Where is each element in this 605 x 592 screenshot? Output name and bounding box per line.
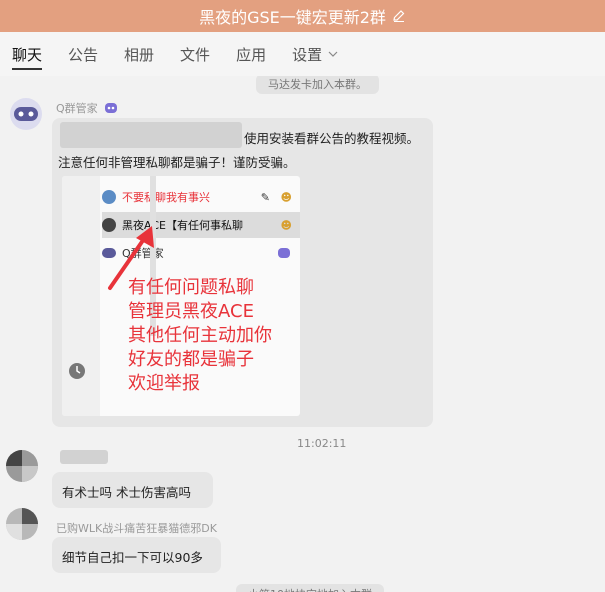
screenshot-row: 不要私聊我有事兴 ✎ ☻	[102, 184, 300, 210]
group-title: 黑夜的GSE一键宏更新2群	[199, 8, 386, 27]
system-notice: 马达发卡加入本群。	[256, 76, 379, 94]
edit-icon[interactable]	[392, 9, 406, 23]
bot-badge-icon	[278, 248, 290, 258]
avatar[interactable]	[6, 450, 38, 482]
robot-icon	[14, 107, 38, 121]
redacted-sender	[60, 450, 108, 464]
tab-chat[interactable]: 聊天	[12, 32, 43, 76]
avatar[interactable]	[6, 508, 38, 540]
tab-album[interactable]: 相册	[124, 32, 154, 76]
chevron-down-icon	[328, 51, 338, 57]
screenshot-sidebar	[62, 176, 100, 416]
avatar[interactable]	[10, 98, 42, 130]
clock-icon	[69, 363, 85, 379]
sender-name: 已购WLK战斗痛苦狂暴猫德邪DK	[56, 522, 217, 535]
tab-settings[interactable]: 设置	[292, 32, 338, 76]
warning-text: 有任何问题私聊 管理员黑夜ACE 其他任何主动加你 好友的都是骗子 欢迎举报	[128, 277, 272, 394]
message-bubble[interactable]: 有术士吗 术士伤害高吗	[52, 472, 213, 508]
globe-icon	[102, 190, 116, 204]
tab-bar: 聊天 公告 相册 文件 应用 设置	[0, 32, 605, 76]
system-notice: 小第10地块空地加入本群	[236, 584, 384, 592]
embedded-screenshot[interactable]: 不要私聊我有事兴 ✎ ☻ 黑夜ACE【有任何事私聊 ☻ Q群管家 有任何问题私聊…	[62, 176, 300, 416]
message-bubble[interactable]: 细节自己扣一下可以90多	[52, 537, 221, 573]
user-icon: ☻	[280, 190, 292, 204]
bot-badge-icon	[104, 102, 118, 114]
tab-announcement[interactable]: 公告	[68, 32, 98, 76]
sender-name: Q群管家	[56, 100, 118, 116]
tab-files[interactable]: 文件	[180, 32, 210, 76]
chat-area[interactable]: 马达发卡加入本群。 Q群管家 使用安装看群公告的教程视频。 注意任何非管理私聊都…	[0, 76, 605, 592]
user-icon: ☻	[280, 218, 292, 232]
tab-apps[interactable]: 应用	[236, 32, 266, 76]
edit-icon: ✎	[260, 190, 270, 204]
redacted-text	[60, 122, 242, 148]
timestamp: 11:02:11	[297, 437, 347, 450]
title-bar: 黑夜的GSE一键宏更新2群	[0, 0, 605, 32]
